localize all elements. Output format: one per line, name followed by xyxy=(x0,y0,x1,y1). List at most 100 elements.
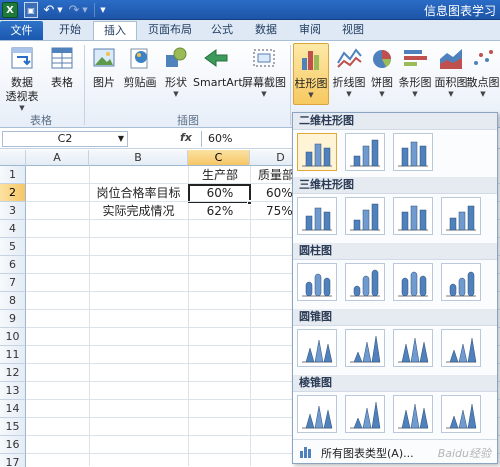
shapes-button[interactable]: 形状 ▼ xyxy=(160,45,192,99)
section-pyramid: 棱锥图 xyxy=(293,375,497,392)
column-3d-chart-option[interactable] xyxy=(393,197,433,235)
pyramid-chart-icon xyxy=(398,403,429,429)
column-chart-icon xyxy=(302,51,319,70)
tab-formulas[interactable]: 公式 xyxy=(202,21,242,40)
row-header[interactable]: 12 xyxy=(0,364,26,382)
column-2d-chart-option[interactable] xyxy=(297,133,337,171)
cell-d1[interactable]: 质量部 xyxy=(252,166,297,184)
chevron-down-icon[interactable]: ▼ xyxy=(118,132,124,146)
pivot-table-icon xyxy=(11,47,33,69)
cell-c1[interactable]: 生产部 xyxy=(190,166,250,184)
pivot-table-label-1: 数据 xyxy=(11,76,33,89)
row-header[interactable]: 4 xyxy=(0,220,26,238)
row-header[interactable]: 8 xyxy=(0,292,26,310)
picture-button[interactable]: 图片 xyxy=(88,45,120,90)
column-3d-chart-icon xyxy=(302,207,332,231)
redo-icon[interactable]: ↷ xyxy=(67,2,81,18)
tab-home[interactable]: 开始 xyxy=(48,21,92,40)
row-header[interactable]: 10 xyxy=(0,328,26,346)
column-header-b[interactable]: B xyxy=(89,150,188,166)
cell-b3[interactable]: 实际完成情况 xyxy=(89,202,188,220)
select-all-corner[interactable] xyxy=(0,150,26,166)
pivot-table-button[interactable]: 数据 透视表 ▼ xyxy=(4,45,40,113)
pyramid-chart-option[interactable] xyxy=(345,395,385,433)
save-icon[interactable]: ▣ xyxy=(24,2,38,18)
undo-dropdown-icon[interactable]: ▼ xyxy=(56,2,64,18)
clipart-icon xyxy=(130,48,148,69)
line-chart-button[interactable]: 折线图 ▼ xyxy=(331,45,367,99)
column-2d-chart-option[interactable] xyxy=(345,133,385,171)
cell-c3[interactable]: 62% xyxy=(190,202,250,220)
row-header[interactable]: 13 xyxy=(0,382,26,400)
line-chart-label: 折线图 xyxy=(332,76,366,89)
row-header[interactable]: 3 xyxy=(0,202,26,220)
cylinder-chart-option[interactable] xyxy=(297,263,337,301)
all-chart-types-button[interactable]: 所有图表类型(A)... Baidu经验 xyxy=(293,439,497,463)
cone-chart-option[interactable] xyxy=(393,329,433,367)
column-header-c[interactable]: C xyxy=(188,150,250,166)
column-3d-chart-option[interactable] xyxy=(441,197,481,235)
row-header[interactable]: 15 xyxy=(0,418,26,436)
row-header[interactable]: 11 xyxy=(0,346,26,364)
row-header[interactable]: 5 xyxy=(0,238,26,256)
pyramid-chart-option[interactable] xyxy=(297,395,337,433)
group-separator xyxy=(84,45,85,125)
tab-view[interactable]: 视图 xyxy=(333,21,373,40)
pyramid-chart-option[interactable] xyxy=(393,395,433,433)
pyramid-chart-icon xyxy=(302,405,333,429)
chevron-down-icon: ▼ xyxy=(173,90,179,98)
screenshot-button[interactable]: 屏幕截图 ▼ xyxy=(240,45,288,99)
tab-data[interactable]: 数据 xyxy=(246,21,286,40)
cone-chart-option[interactable] xyxy=(345,329,385,367)
cone-chart-option[interactable] xyxy=(297,329,337,367)
cylinder-chart-option[interactable] xyxy=(345,263,385,301)
area-chart-button[interactable]: 面积图 ▼ xyxy=(433,45,469,99)
row-header[interactable]: 16 xyxy=(0,436,26,454)
tab-insert[interactable]: 插入 xyxy=(93,21,137,40)
row-header[interactable]: 6 xyxy=(0,256,26,274)
redo-dropdown-icon[interactable]: ▼ xyxy=(81,2,89,18)
pyramid-chart-option[interactable] xyxy=(441,395,481,433)
customize-quick-access-icon[interactable]: ▼ xyxy=(98,2,108,18)
table-button[interactable]: 表格 xyxy=(46,45,78,90)
row-header[interactable]: 2 xyxy=(0,184,26,202)
cylinder-chart-option[interactable] xyxy=(441,263,481,301)
cylinder-chart-icon xyxy=(446,271,476,297)
title-bar: X ▣ ↶ ▼ ↷ ▼ ▼ 信息图表学习 xyxy=(0,0,500,20)
undo-icon[interactable]: ↶ xyxy=(42,2,56,18)
cone-chart-option[interactable] xyxy=(441,329,481,367)
cone-chart-icon xyxy=(446,337,477,363)
column-2d-chart-option[interactable] xyxy=(393,133,433,171)
smartart-button[interactable]: SmartArt xyxy=(193,45,243,90)
bar-chart-button[interactable]: 条形图 ▼ xyxy=(397,45,433,99)
excel-logo-icon[interactable]: X xyxy=(2,2,18,18)
row-header[interactable]: 9 xyxy=(0,310,26,328)
cell-b2[interactable]: 岗位合格率目标 xyxy=(89,184,188,202)
pie-chart-button[interactable]: 饼图 ▼ xyxy=(367,45,397,99)
cylinder-chart-option[interactable] xyxy=(393,263,433,301)
bar-chart-label: 条形图 xyxy=(398,76,432,89)
column-chart-button[interactable]: 柱形图 ▼ xyxy=(293,43,329,105)
scatter-chart-button[interactable]: 散点图 ▼ xyxy=(466,45,500,99)
section-2d-column: 二维柱形图 xyxy=(293,113,497,130)
cell-d2[interactable]: 60% xyxy=(252,184,297,202)
name-box[interactable]: C2 ▼ xyxy=(2,131,128,147)
row-header[interactable]: 17 xyxy=(0,454,26,467)
tab-page-layout[interactable]: 页面布局 xyxy=(140,21,200,40)
row-header[interactable]: 1 xyxy=(0,166,26,184)
row-header[interactable]: 7 xyxy=(0,274,26,292)
cone-chart-icon xyxy=(302,339,333,363)
cell-d3[interactable]: 75% xyxy=(252,202,297,220)
quick-access-separator xyxy=(94,3,95,17)
tab-file[interactable]: 文件 xyxy=(0,21,43,40)
insert-function-icon[interactable]: fx xyxy=(180,131,192,144)
tab-review[interactable]: 审阅 xyxy=(290,21,330,40)
area-chart-label: 面积图 xyxy=(434,76,468,89)
column-3d-chart-option[interactable] xyxy=(297,197,337,235)
row-header[interactable]: 14 xyxy=(0,400,26,418)
column-3d-chart-option[interactable] xyxy=(345,197,385,235)
area-chart-icon xyxy=(440,49,462,69)
column-header-a[interactable]: A xyxy=(26,150,89,166)
cone-chart-icon xyxy=(350,335,381,363)
clipart-button[interactable]: 剪贴画 xyxy=(120,45,160,90)
